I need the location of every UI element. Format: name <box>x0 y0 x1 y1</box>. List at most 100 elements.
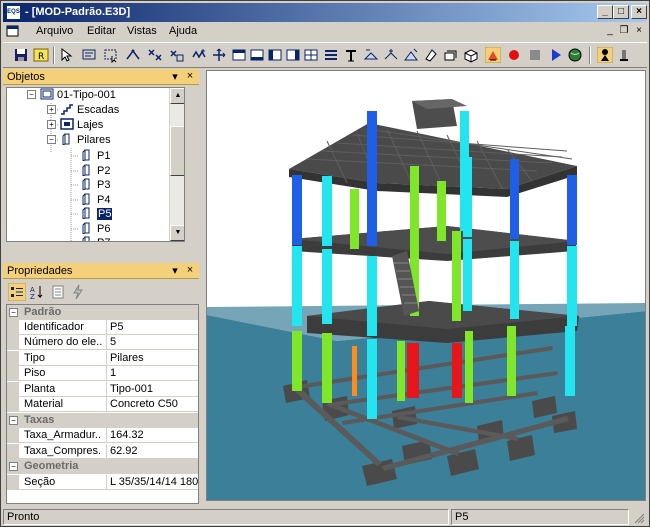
view-pan-icon[interactable] <box>403 47 419 63</box>
select-crossing-icon[interactable] <box>125 47 141 63</box>
title-bar[interactable]: EQS - [MOD-Padrão.E3D] _ □ × <box>3 3 647 22</box>
tree-node-floor[interactable]: 01-Tipo-001 <box>40 88 116 102</box>
move-icon[interactable] <box>211 47 227 63</box>
structure-3d-model[interactable] <box>207 71 646 501</box>
building-view-icon[interactable] <box>485 47 501 63</box>
property-value[interactable]: Concreto C50 <box>106 397 198 411</box>
panel-close-icon[interactable]: × <box>184 264 196 276</box>
app-icon[interactable]: EQS <box>6 5 21 20</box>
deselect-icon[interactable] <box>169 47 185 63</box>
view-bottom-icon[interactable] <box>323 47 339 63</box>
close-button[interactable]: × <box>631 5 647 19</box>
view-zoom-icon[interactable] <box>423 47 439 63</box>
menu-arquivo[interactable]: Arquivo <box>36 25 73 37</box>
view-left-icon[interactable] <box>267 47 283 63</box>
view-orbit-icon[interactable] <box>383 47 399 63</box>
property-value[interactable]: Pilares <box>106 351 198 365</box>
view-persp-icon[interactable] <box>363 47 379 63</box>
tree-node-p7[interactable]: P7 <box>80 236 110 241</box>
select-window-icon[interactable] <box>81 47 97 63</box>
property-row[interactable]: Identificador P5 <box>7 320 198 335</box>
3d-viewport[interactable] <box>206 70 646 501</box>
property-row[interactable]: Seção L 35/35/14/14 180° <box>7 475 198 490</box>
view-fit-icon[interactable] <box>443 47 459 63</box>
category-padrao[interactable]: − Padrão <box>7 305 198 320</box>
property-row[interactable]: Taxa_Armadur... 164.32 <box>7 428 198 443</box>
tree-node-p6[interactable]: P6 <box>80 222 110 236</box>
property-row[interactable]: Material Concreto C50 <box>7 397 198 412</box>
events-icon[interactable] <box>70 284 86 300</box>
record-icon[interactable] <box>506 47 522 63</box>
tree-node-p4[interactable]: P4 <box>80 193 110 207</box>
alphabetical-icon[interactable]: AZ <box>29 284 45 300</box>
category-geometria[interactable]: − Geometria <box>7 459 198 474</box>
objects-panel-header[interactable]: Objetos ▾ × <box>3 69 199 85</box>
globe-icon[interactable] <box>567 47 583 63</box>
select-fence-icon[interactable] <box>103 47 119 63</box>
tree-node-lajes[interactable]: Lajes <box>60 118 103 132</box>
play-icon[interactable] <box>548 47 564 63</box>
collapse-icon[interactable]: − <box>9 416 18 425</box>
resize-grip-icon[interactable] <box>633 512 645 524</box>
collapse-icon[interactable]: − <box>9 308 18 317</box>
panel-close-icon[interactable]: × <box>184 70 196 82</box>
property-row[interactable]: Piso 1 <box>7 366 198 381</box>
properties-panel-header[interactable]: Propriedades ▾ × <box>3 263 199 279</box>
select-filter-icon[interactable] <box>191 47 207 63</box>
document-icon[interactable] <box>6 24 20 38</box>
view-back-icon[interactable] <box>249 47 265 63</box>
categorized-icon[interactable] <box>8 283 26 301</box>
mdi-close-button[interactable]: × <box>632 25 646 36</box>
property-row[interactable]: Número do ele... 5 <box>7 335 198 350</box>
view-iso-icon[interactable] <box>343 47 359 63</box>
mdi-restore-button[interactable]: ❐ <box>617 25 631 36</box>
scroll-up-icon[interactable]: ▲ <box>170 88 184 104</box>
tree-node-p2[interactable]: P2 <box>80 164 110 178</box>
view-top-icon[interactable] <box>303 47 319 63</box>
tree-node-p1[interactable]: P1 <box>80 149 110 163</box>
stop-icon[interactable] <box>527 47 543 63</box>
select-all-icon[interactable] <box>147 47 163 63</box>
panel-menu-icon[interactable]: ▾ <box>169 70 181 83</box>
render-icon[interactable]: R <box>33 47 49 63</box>
save-icon[interactable] <box>13 47 29 63</box>
view-front-icon[interactable] <box>231 47 247 63</box>
select-icon[interactable] <box>59 47 75 63</box>
tree-expander[interactable]: − <box>27 90 36 99</box>
property-value[interactable]: Tipo-001 <box>106 382 198 396</box>
tree-node-p3[interactable]: P3 <box>80 178 110 192</box>
scroll-thumb[interactable] <box>170 126 184 176</box>
view-right-icon[interactable] <box>285 47 301 63</box>
tree-node-p5[interactable]: P5 <box>80 207 113 221</box>
view-3d-icon[interactable] <box>463 47 479 63</box>
maximize-button[interactable]: □ <box>613 5 629 19</box>
panel-menu-icon[interactable]: ▾ <box>169 264 181 277</box>
tree-node-escadas[interactable]: Escadas <box>60 103 119 117</box>
menu-editar[interactable]: Editar <box>87 25 116 37</box>
tree-expander[interactable]: − <box>47 135 56 144</box>
property-row[interactable]: Taxa_Compres... 62.92 <box>7 444 198 459</box>
tree-vertical-scrollbar[interactable]: ▲ ▼ <box>169 88 184 241</box>
minimize-button[interactable]: _ <box>597 5 613 19</box>
tree-expander[interactable]: + <box>47 120 56 129</box>
collapse-icon[interactable]: − <box>9 462 18 471</box>
category-taxas[interactable]: − Taxas <box>7 413 198 428</box>
menu-vistas[interactable]: Vistas <box>127 25 157 37</box>
property-value[interactable]: P5 <box>106 320 198 334</box>
property-value[interactable]: 62.92 <box>106 444 198 458</box>
panel-splitter[interactable] <box>200 70 205 504</box>
tower-icon[interactable] <box>616 47 632 63</box>
scroll-down-icon[interactable]: ▼ <box>170 225 184 241</box>
menu-ajuda[interactable]: Ajuda <box>169 25 197 37</box>
mdi-minimize-button[interactable]: _ <box>603 25 617 36</box>
property-value[interactable]: L 35/35/14/14 180° <box>106 475 198 489</box>
property-row[interactable]: Planta Tipo-001 <box>7 382 198 397</box>
person-icon[interactable] <box>597 47 613 63</box>
property-pages-icon[interactable] <box>50 284 66 300</box>
property-row[interactable]: Tipo Pilares <box>7 351 198 366</box>
tree-expander[interactable]: + <box>47 105 56 114</box>
property-value[interactable]: 5 <box>106 335 198 349</box>
property-value[interactable]: 1 <box>106 366 198 380</box>
property-value[interactable]: 164.32 <box>106 428 198 442</box>
tree-node-pilares[interactable]: Pilares <box>60 133 111 147</box>
